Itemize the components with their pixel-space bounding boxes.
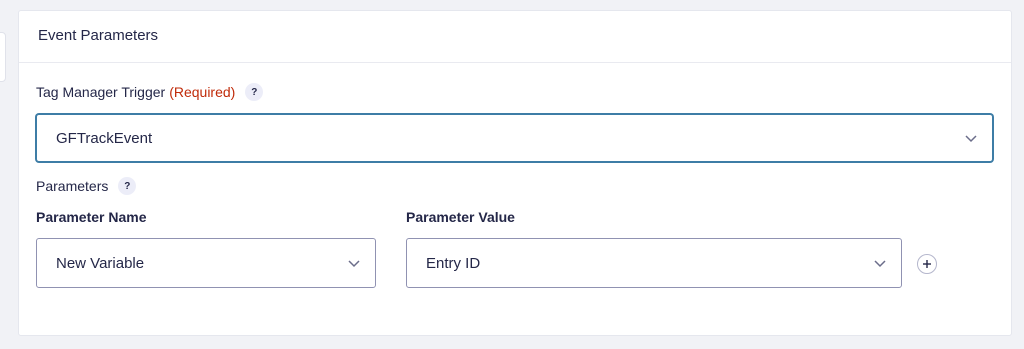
panel-title: Event Parameters [38, 27, 159, 44]
parameter-value-value: Entry ID [426, 254, 481, 272]
parameter-name-header: Parameter Name [36, 209, 147, 225]
trigger-select-value: GFTrackEvent [56, 129, 153, 147]
parameter-value-select[interactable]: Entry ID [406, 238, 902, 288]
chevron-down-icon [874, 260, 886, 268]
required-indicator: (Required) [169, 84, 236, 100]
trigger-help-icon[interactable]: ? [245, 83, 264, 101]
event-parameters-panel: Event Parameters Tag Manager Trigger (Re… [18, 10, 1012, 336]
parameter-name-value: New Variable [56, 254, 145, 272]
parameter-value-header: Parameter Value [406, 209, 515, 225]
trigger-label: Tag Manager Trigger [36, 84, 166, 100]
parameters-label: Parameters [36, 178, 109, 194]
parameter-name-select[interactable]: New Variable [36, 238, 376, 288]
chevron-down-icon [348, 260, 360, 268]
trigger-select[interactable]: GFTrackEvent [36, 114, 993, 162]
collapsed-side-tab [0, 32, 6, 82]
trigger-label-row: Tag Manager Trigger (Required) ? [36, 83, 264, 101]
plus-icon [923, 260, 931, 268]
parameters-label-row: Parameters ? [36, 177, 137, 195]
chevron-down-icon [965, 135, 977, 143]
panel-header: Event Parameters [19, 11, 1011, 63]
parameters-help-icon[interactable]: ? [118, 177, 137, 195]
add-parameter-button[interactable] [917, 254, 937, 274]
